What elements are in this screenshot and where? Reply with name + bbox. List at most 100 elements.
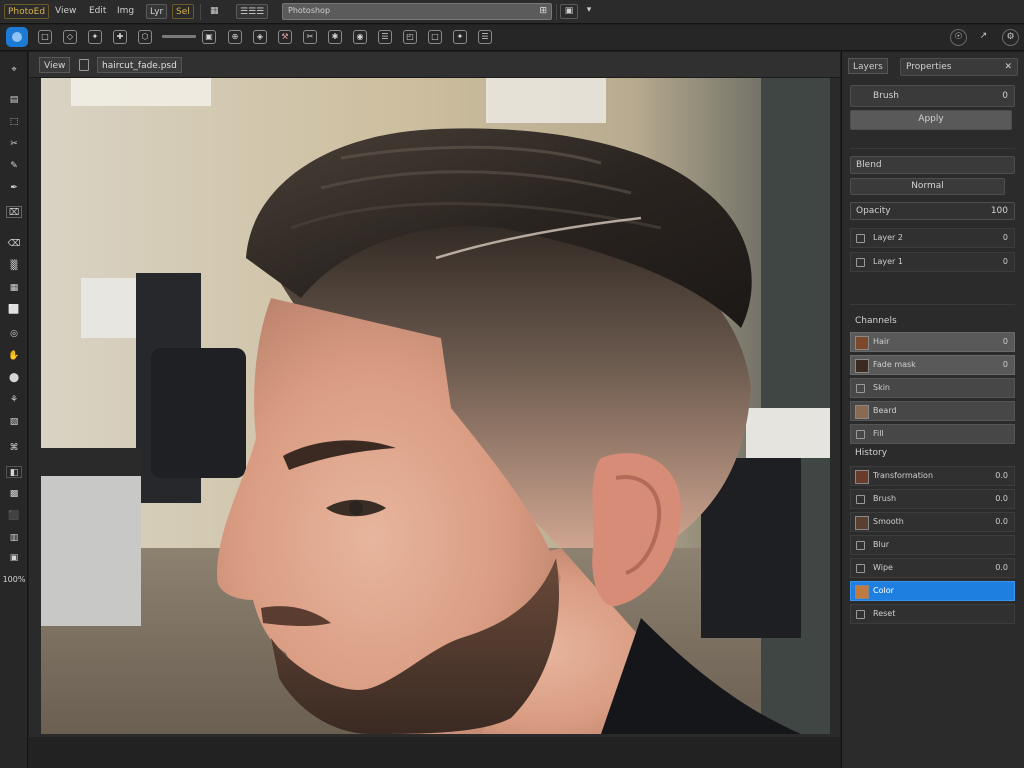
tool-swatch-icon[interactable]: ⬛ (6, 510, 22, 522)
tool-crop-icon[interactable]: ✂ (6, 138, 22, 150)
tool-move-icon[interactable]: ⌖ (6, 64, 22, 76)
visibility-icon[interactable] (856, 234, 865, 243)
properties-tab-label: Properties (906, 62, 952, 72)
tool-frame-icon[interactable]: ▧ (6, 416, 22, 428)
layer-thumbnail (855, 336, 869, 350)
tool-pen-icon[interactable]: ✒ (6, 182, 22, 194)
layer-thumbnail (855, 470, 869, 484)
menu-item-workspace[interactable]: ☰☰☰ (236, 4, 269, 19)
layer-small-row[interactable]: Layer 1 0 (850, 252, 1015, 272)
brush-row[interactable]: Brush 0 (850, 85, 1015, 107)
option-icon-sparkle[interactable]: ✦ (88, 30, 102, 44)
channel-row[interactable]: Skin (850, 378, 1015, 398)
option-icon-scissors[interactable]: ✂ (303, 30, 317, 44)
history-item-row[interactable]: Reset (850, 604, 1015, 624)
app-logo: PhotoEd (4, 4, 50, 19)
document-tab[interactable]: haircut_fade.psd (97, 57, 182, 73)
channel-row[interactable]: Fill (850, 424, 1015, 444)
option-icon-hex[interactable]: ⬡ (138, 30, 152, 44)
visibility-icon[interactable] (856, 384, 865, 393)
apply-button[interactable]: Apply (850, 110, 1012, 130)
tool-clear-icon[interactable]: ⌫ (6, 238, 22, 250)
option-icon-square[interactable]: ▣ (202, 30, 216, 44)
history-item-row[interactable]: Brush 0.0 (850, 489, 1015, 509)
tool-layer-icon[interactable]: ▣ (6, 552, 22, 564)
history-item-row[interactable]: Transformation 0.0 (850, 466, 1015, 486)
tool-slice-icon[interactable]: ▩ (6, 488, 22, 500)
option-icon-cross[interactable]: ✚ (113, 30, 127, 44)
option-icon-sparkle-2[interactable]: ✦ (453, 30, 467, 44)
history-item-row[interactable]: Color (850, 581, 1015, 601)
tool-mask-icon[interactable]: ◧ (6, 466, 22, 478)
channel-row[interactable]: Fade mask 0 (850, 355, 1015, 375)
close-icon[interactable]: ✕ (1004, 59, 1012, 75)
option-icon-circle[interactable]: ◉ (353, 30, 367, 44)
tool-marquee-icon[interactable]: ▤ (6, 94, 22, 106)
share-icon[interactable]: ↗ (975, 29, 992, 46)
blend-row[interactable]: Blend (850, 156, 1015, 174)
arrange-icon[interactable]: ▣ (560, 4, 578, 19)
option-icon-rect[interactable]: □ (38, 30, 52, 44)
size-slider[interactable] (162, 35, 196, 38)
document-tabbar: View haircut_fade.psd (29, 52, 840, 78)
option-icon-menu[interactable]: ☰ (378, 30, 392, 44)
layer-thumbnail (855, 516, 869, 530)
tool-fill-icon[interactable]: ⬤ (6, 372, 22, 384)
channel-row[interactable]: Beard (850, 401, 1015, 421)
menu-item-image[interactable]: Img (114, 4, 137, 19)
tool-brush-icon[interactable]: ✎ (6, 160, 22, 172)
image-canvas[interactable] (41, 78, 830, 734)
layer-small-row[interactable]: Layer 2 0 (850, 228, 1015, 248)
tool-pattern-icon[interactable]: ▦ (6, 282, 22, 294)
channel-row[interactable]: Hair 0 (850, 332, 1015, 352)
tool-eraser-icon[interactable]: ⌧ (6, 206, 22, 218)
tab-layers[interactable]: Layers (848, 58, 888, 74)
option-icon-hammer[interactable]: ⚒ (278, 30, 292, 44)
tool-hand-icon[interactable]: ✋ (6, 350, 22, 362)
option-icon-window[interactable]: ◰ (403, 30, 417, 44)
properties-field[interactable]: Properties ✕ (900, 58, 1018, 76)
blend-mode-select[interactable]: Normal (850, 178, 1005, 195)
option-icon-diamond-fill[interactable]: ◈ (253, 30, 267, 44)
view-tab[interactable]: View (39, 57, 71, 73)
tool-ruler-icon[interactable]: ▥ (6, 532, 22, 544)
option-icon-grid[interactable]: ☰ (478, 30, 492, 44)
option-icon-plus-circle[interactable]: ⊕ (228, 30, 242, 44)
history-item-row[interactable]: Smooth 0.0 (850, 512, 1015, 532)
tool-3d-icon[interactable]: ⌘ (6, 442, 22, 454)
panel-divider (850, 304, 1015, 305)
history-item-label: Reset (873, 609, 896, 618)
menu-icon-grid[interactable]: ▦ (207, 4, 222, 19)
menu-item-view[interactable]: View (52, 4, 79, 19)
history-item-row[interactable]: Wipe 0.0 (850, 558, 1015, 578)
tool-gradient-icon[interactable]: ▒ (6, 260, 22, 272)
option-icon-rect-2[interactable]: □ (428, 30, 442, 44)
visibility-icon[interactable] (856, 541, 865, 550)
channel-label: Fill (873, 429, 884, 438)
menu-item-layer[interactable]: Lyr (146, 4, 168, 19)
document-area: View haircut_fade.psd (29, 52, 840, 768)
history-item-row[interactable]: Blur (850, 535, 1015, 555)
tool-shape-icon[interactable]: ⬜ (6, 304, 22, 316)
tool-lasso-icon[interactable]: ⬚ (6, 116, 22, 128)
tool-dodge-icon[interactable]: ◎ (6, 328, 22, 340)
visibility-icon[interactable] (856, 258, 865, 267)
home-button[interactable] (6, 27, 28, 47)
menu-item-edit[interactable]: Edit (86, 4, 109, 19)
option-icon-diamond[interactable]: ◇ (63, 30, 77, 44)
visibility-icon[interactable] (856, 495, 865, 504)
search-input[interactable]: Photoshop ⊞ (282, 3, 552, 20)
visibility-icon[interactable] (856, 430, 865, 439)
opacity-row[interactable]: Opacity 100 (850, 202, 1015, 220)
search-field-icon[interactable]: ⊞ (539, 6, 547, 16)
visibility-icon[interactable] (856, 610, 865, 619)
chevron-down-icon[interactable]: ▾ (580, 4, 598, 19)
option-icon-star[interactable]: ✱ (328, 30, 342, 44)
visibility-icon[interactable] (856, 564, 865, 573)
target-icon[interactable]: ☉ (950, 29, 967, 46)
menu-item-select[interactable]: Sel (172, 4, 194, 19)
zoom-level[interactable]: 100% (2, 574, 26, 586)
gear-icon[interactable]: ⚙ (1002, 29, 1019, 46)
tool-clone-icon[interactable]: ⚘ (6, 394, 22, 406)
brush-label: Brush (873, 91, 899, 101)
